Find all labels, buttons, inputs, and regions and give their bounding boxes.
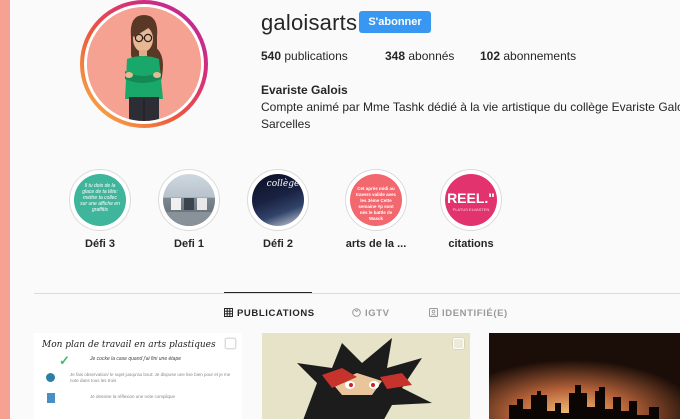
follow-button[interactable]: S'abonner bbox=[359, 11, 431, 33]
document-icon bbox=[47, 393, 55, 403]
select-checkbox[interactable] bbox=[225, 338, 236, 349]
highlight-cover: Cet après midi au travers valide avec le… bbox=[350, 174, 402, 226]
following-count: 102 bbox=[480, 49, 501, 63]
posts-label: publications bbox=[284, 49, 348, 63]
tab-label: PUBLICATIONS bbox=[237, 308, 315, 319]
followers-label: abonnés bbox=[408, 49, 455, 63]
highlight-citations[interactable]: REEL." PLATUS ELVASTEN citations bbox=[431, 169, 511, 250]
following-label: abonnements bbox=[503, 49, 577, 63]
check-icon: ✓ bbox=[59, 353, 70, 368]
highlight-defi-1[interactable]: Defi 1 bbox=[149, 169, 229, 250]
post-line: Je cocke la case quand j'ai fini une éta… bbox=[90, 356, 182, 362]
skyline-image bbox=[489, 333, 680, 419]
select-checkbox[interactable] bbox=[453, 338, 464, 349]
highlight-defi-2[interactable]: collège Défi 2 bbox=[238, 169, 318, 250]
igtv-icon bbox=[352, 308, 361, 320]
highlight-cover: Il tu dois de la glace de ta tête: mettr… bbox=[74, 174, 126, 226]
followers-count: 348 bbox=[385, 49, 406, 63]
following-stat[interactable]: 102 abonnements bbox=[480, 49, 576, 63]
post-thumbnail[interactable]: Mon plan de travail en arts plastiques ✓… bbox=[34, 333, 242, 419]
full-name: Evariste Galois bbox=[261, 83, 348, 97]
tab-tagged[interactable]: IDENTIFIÉ(E) bbox=[429, 308, 508, 320]
cars-photo-icon bbox=[163, 198, 215, 226]
tab-publications[interactable]: PUBLICATIONS bbox=[224, 308, 315, 320]
tabs-divider bbox=[34, 293, 680, 294]
avatar-character-icon bbox=[87, 7, 201, 121]
profile-avatar[interactable] bbox=[80, 0, 208, 128]
highlight-cover bbox=[163, 174, 215, 226]
grid-icon bbox=[224, 308, 233, 320]
drawing-image bbox=[262, 333, 470, 419]
tab-label: IDENTIFIÉ(E) bbox=[442, 308, 508, 319]
followers-stat[interactable]: 348 abonnés bbox=[385, 49, 454, 63]
tagged-icon bbox=[429, 308, 438, 320]
post-title: Mon plan de travail en arts plastiques bbox=[42, 340, 216, 350]
profile-card: galoisarts S'abonner 540 publications 34… bbox=[10, 0, 680, 419]
page: galoisarts S'abonner 540 publications 34… bbox=[0, 0, 680, 419]
highlight-label: arts de la ... bbox=[345, 238, 407, 250]
posts-stat[interactable]: 540 publications bbox=[261, 49, 348, 63]
posts-count: 540 bbox=[261, 49, 282, 63]
username: galoisarts bbox=[261, 10, 358, 35]
tab-igtv[interactable]: IGTV bbox=[352, 308, 390, 320]
highlight-label: citations bbox=[448, 238, 494, 250]
highlight-defi-3[interactable]: Il tu dois de la glace de ta tête: mettr… bbox=[60, 169, 140, 250]
highlight-arts[interactable]: Cet après midi au travers valide avec le… bbox=[336, 169, 416, 250]
bullet-icon bbox=[46, 373, 55, 382]
highlight-label: Défi 2 bbox=[263, 238, 293, 250]
bio: Compte animé par Mme Tashk dédié à la vi… bbox=[261, 99, 680, 133]
avatar-image bbox=[87, 7, 201, 121]
post-thumbnail[interactable] bbox=[262, 333, 470, 419]
post-line: Je fais observation/ le sujet jusqu'au b… bbox=[70, 372, 231, 383]
post-thumbnail[interactable] bbox=[489, 333, 680, 419]
bio-line: Sarcelles bbox=[261, 117, 311, 131]
post-line: Je dessine la réflexion une note compliq… bbox=[90, 394, 176, 399]
tab-label: IGTV bbox=[365, 308, 390, 319]
highlight-cover: REEL." PLATUS ELVASTEN bbox=[445, 174, 497, 226]
active-tab-indicator bbox=[224, 292, 312, 293]
bio-line: Compte animé par Mme Tashk dédié à la vi… bbox=[261, 100, 680, 114]
highlight-label: Defi 1 bbox=[174, 238, 204, 250]
highlight-label: Défi 3 bbox=[85, 238, 115, 250]
highlight-cover: collège bbox=[252, 174, 304, 226]
